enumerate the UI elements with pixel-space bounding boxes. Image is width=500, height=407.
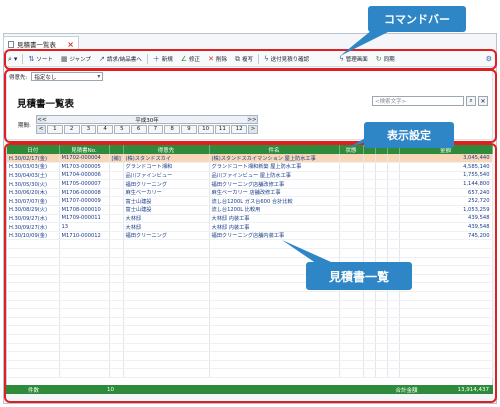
display-settings-label: 表示設定 xyxy=(364,122,454,148)
list-label: 見積書一覧 xyxy=(306,262,412,290)
list-highlight xyxy=(4,143,497,403)
close-icon[interactable]: × xyxy=(67,40,74,49)
command-bar-highlight xyxy=(4,49,497,70)
document-icon xyxy=(8,40,14,48)
command-bar-label: コマンドバー xyxy=(368,6,466,32)
tab-title: 見積書一覧表 xyxy=(17,41,56,49)
